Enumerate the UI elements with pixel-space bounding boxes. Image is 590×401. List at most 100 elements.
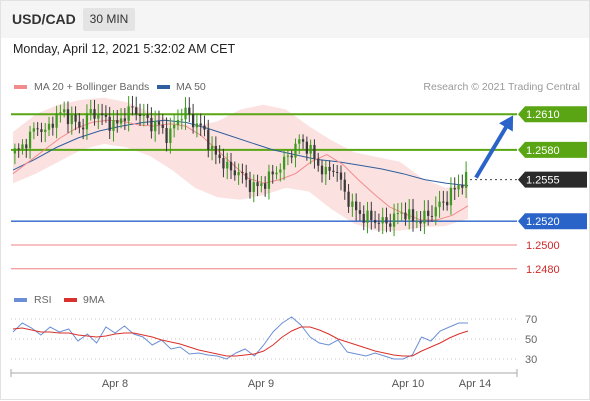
candle-body bbox=[97, 113, 100, 119]
level-label-1.2520: 1.2520 bbox=[526, 216, 560, 228]
candle-body bbox=[275, 172, 278, 175]
candle-body bbox=[59, 112, 62, 114]
candle-body bbox=[32, 128, 35, 132]
candle-body bbox=[184, 107, 187, 120]
candle-body bbox=[93, 109, 96, 119]
candle-body bbox=[36, 128, 39, 130]
candle-body bbox=[373, 219, 377, 223]
candle-body bbox=[411, 209, 415, 222]
candle-body bbox=[66, 109, 70, 125]
candle-body bbox=[142, 114, 145, 117]
candle-body bbox=[123, 118, 126, 121]
candle-body bbox=[100, 113, 104, 116]
candle-body bbox=[135, 107, 138, 115]
candle-body bbox=[355, 201, 358, 211]
candle-body bbox=[150, 117, 153, 132]
candle-body bbox=[362, 213, 365, 223]
candle-body bbox=[438, 201, 441, 208]
candle-body bbox=[199, 123, 202, 126]
candle-body bbox=[419, 221, 422, 224]
candle-body bbox=[415, 221, 418, 223]
candle-body bbox=[13, 148, 17, 154]
candle-body bbox=[392, 213, 396, 227]
candle-body bbox=[320, 165, 324, 175]
candle-body bbox=[157, 121, 161, 125]
candle-body bbox=[214, 145, 217, 155]
candle-body bbox=[245, 172, 248, 180]
candle-body bbox=[51, 123, 54, 128]
chart-widget: USD/CAD 30 MIN Monday, April 12, 2021 5:… bbox=[0, 0, 590, 400]
candle-body bbox=[248, 179, 252, 192]
candle-body bbox=[195, 123, 199, 128]
candle-body bbox=[313, 144, 316, 159]
candle-body bbox=[237, 171, 240, 176]
candle-body bbox=[146, 114, 149, 118]
candle-body bbox=[370, 210, 373, 220]
candle-body bbox=[229, 161, 233, 171]
candle-body bbox=[165, 128, 168, 143]
candle-body bbox=[241, 171, 244, 173]
candle-body bbox=[112, 120, 115, 131]
candle-body bbox=[154, 121, 157, 132]
candle-body bbox=[116, 120, 119, 124]
candle-body bbox=[85, 113, 89, 130]
candle-body bbox=[298, 139, 301, 144]
candle-body bbox=[191, 114, 195, 128]
x-tick-label: Apr 8 bbox=[102, 378, 128, 390]
candle-body bbox=[63, 109, 66, 113]
level-label-1.2555: 1.2555 bbox=[526, 175, 560, 187]
candle-body bbox=[461, 185, 464, 188]
candle-body bbox=[358, 210, 362, 214]
candle-body bbox=[131, 106, 134, 108]
candle-body bbox=[453, 187, 456, 190]
candle-body bbox=[169, 128, 172, 143]
candle-body bbox=[233, 170, 236, 176]
price-chart: 1.2610 1.2580 1.2555 1.2520 1.2500 1.2480 70 50… bbox=[10, 95, 587, 390]
level-label-1.2580: 1.2580 bbox=[526, 145, 560, 157]
rsi-tick-30: 30 bbox=[525, 354, 537, 366]
candle-body bbox=[271, 171, 274, 175]
candle-body bbox=[17, 148, 20, 150]
candle-body bbox=[161, 124, 164, 129]
candle-body bbox=[226, 161, 229, 169]
candle-body bbox=[430, 215, 434, 217]
candle-body bbox=[119, 118, 123, 124]
candle-body bbox=[267, 171, 271, 189]
rsi-series-9MA bbox=[12, 326, 469, 357]
candle-body bbox=[324, 166, 327, 175]
candle-body bbox=[423, 210, 426, 224]
level-label-1.2500: 1.2500 bbox=[526, 240, 560, 252]
candle-body bbox=[74, 114, 77, 122]
candle-body bbox=[385, 217, 388, 224]
rsi-tick-50: 50 bbox=[525, 334, 537, 346]
candle-body bbox=[180, 119, 183, 121]
level-label-1.2480: 1.2480 bbox=[526, 264, 560, 276]
candle-body bbox=[44, 129, 47, 132]
candle-body bbox=[301, 139, 305, 142]
bollinger-band bbox=[13, 97, 468, 231]
candle-body bbox=[203, 125, 206, 130]
candle-body bbox=[464, 171, 468, 188]
candle-body bbox=[207, 129, 210, 150]
candle-body bbox=[108, 116, 111, 131]
candle-body bbox=[28, 131, 32, 149]
candle-body bbox=[381, 217, 384, 224]
candle-body bbox=[222, 158, 225, 169]
candle-body bbox=[282, 156, 286, 170]
candle-body bbox=[138, 114, 142, 117]
candle-body bbox=[173, 125, 176, 129]
candle-body bbox=[260, 183, 263, 187]
candle-body bbox=[343, 179, 346, 192]
candle-body bbox=[389, 223, 392, 227]
candle-body bbox=[256, 182, 259, 187]
candle-body bbox=[279, 169, 282, 173]
level-label-1.2610: 1.2610 bbox=[526, 109, 560, 121]
candle-body bbox=[40, 129, 43, 132]
candle-body bbox=[404, 212, 407, 220]
candle-body bbox=[427, 210, 430, 216]
candle-body bbox=[82, 127, 85, 130]
candle-body bbox=[264, 183, 267, 189]
candle-body bbox=[449, 187, 453, 206]
candle-body bbox=[339, 172, 343, 180]
candle-body bbox=[176, 120, 180, 126]
